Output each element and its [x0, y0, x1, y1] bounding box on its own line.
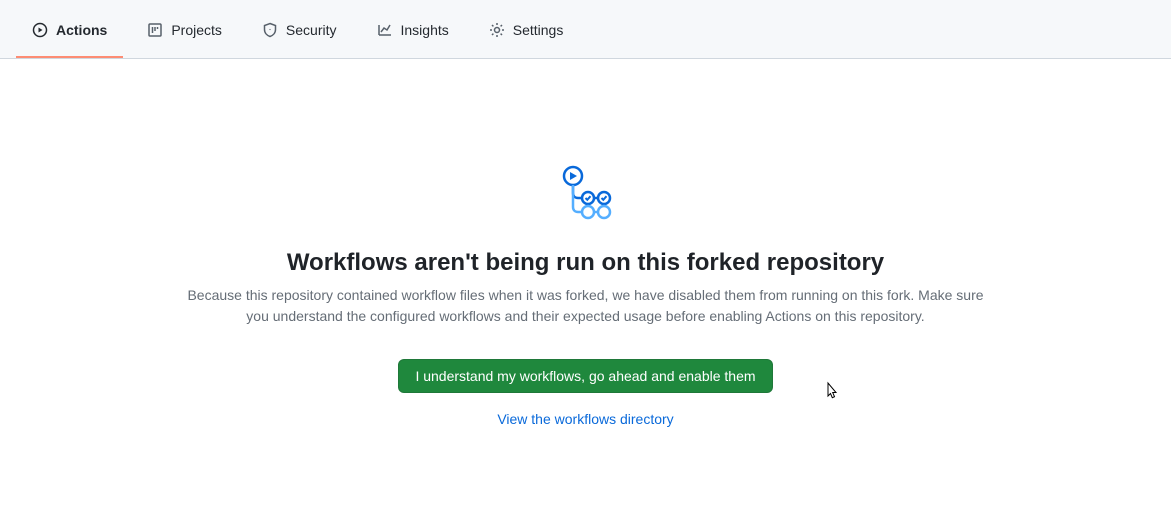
tab-actions[interactable]: Actions — [16, 14, 123, 58]
shield-icon — [262, 22, 278, 38]
play-circle-icon — [32, 22, 48, 38]
graph-icon — [377, 22, 393, 38]
project-icon — [147, 22, 163, 38]
tab-label: Actions — [56, 22, 107, 38]
blankslate-title: Workflows aren't being run on this forke… — [287, 249, 884, 277]
tab-security[interactable]: Security — [246, 14, 353, 58]
tab-projects[interactable]: Projects — [131, 14, 238, 58]
tab-settings[interactable]: Settings — [473, 14, 580, 58]
tab-label: Security — [286, 22, 337, 38]
workflow-graphic-icon — [558, 164, 614, 225]
blankslate-description: Because this repository contained workfl… — [176, 285, 996, 327]
enable-workflows-button[interactable]: I understand my workflows, go ahead and … — [398, 359, 772, 393]
repo-tabnav: Actions Projects Security Insights Setti… — [0, 0, 1171, 59]
tab-insights[interactable]: Insights — [361, 14, 465, 58]
tab-label: Settings — [513, 22, 564, 38]
main-content: Workflows aren't being run on this forke… — [156, 59, 1016, 427]
view-workflows-link[interactable]: View the workflows directory — [497, 411, 673, 427]
tab-label: Insights — [401, 22, 449, 38]
gear-icon — [489, 22, 505, 38]
tab-label: Projects — [171, 22, 222, 38]
